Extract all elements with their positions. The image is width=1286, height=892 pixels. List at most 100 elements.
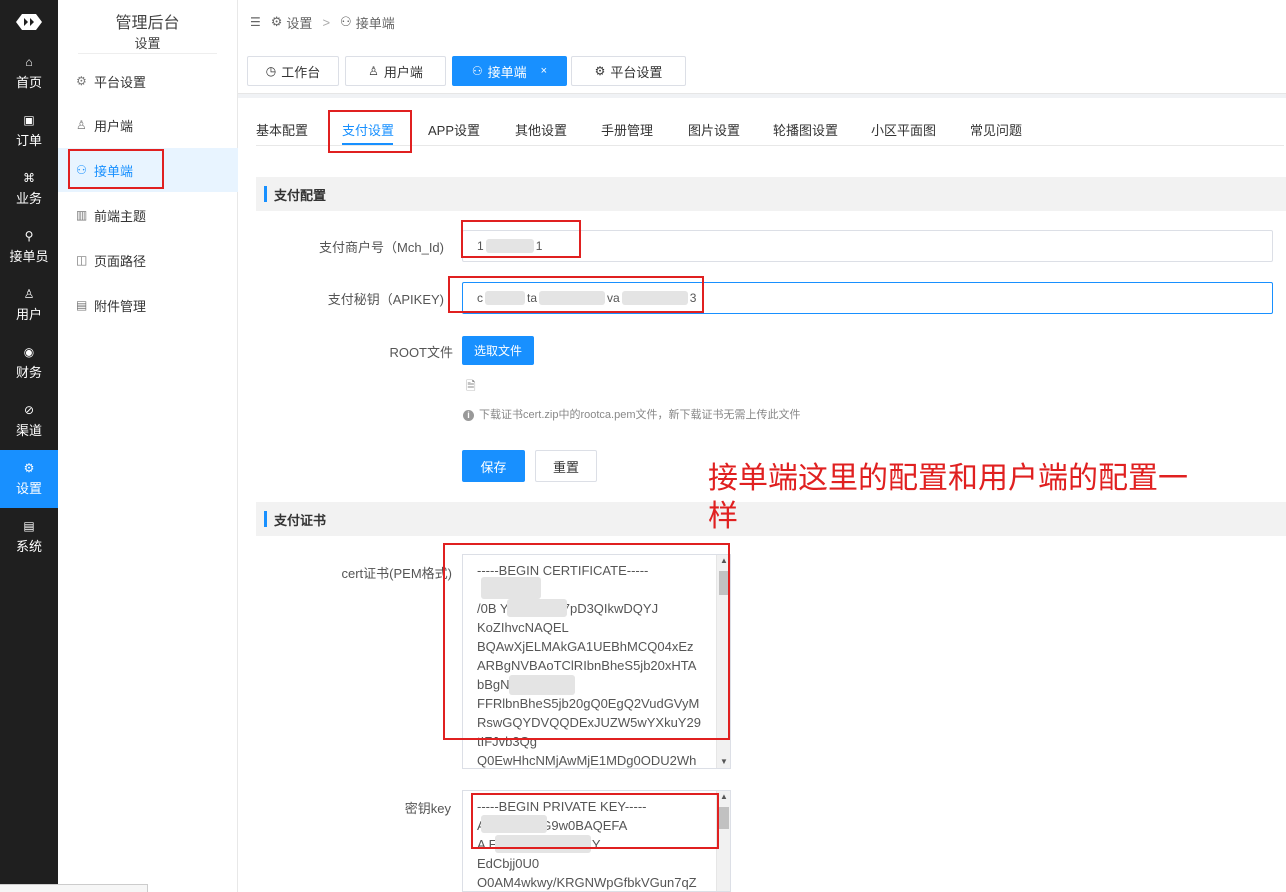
info-icon: i <box>463 410 474 421</box>
system-icon: ▤ <box>23 519 35 533</box>
scroll-thumb[interactable] <box>719 571 729 595</box>
rail-item-label: 财务 <box>15 365 42 380</box>
gear-icon: ⚙ <box>76 74 87 88</box>
tab-platform-settings[interactable]: ⚙ 平台设置 <box>571 56 686 86</box>
finance-icon: ◉ <box>23 345 35 359</box>
business-icon: ⌘ <box>23 171 35 185</box>
rail-item-settings[interactable]: ⚙ 设置 <box>0 450 58 508</box>
scroll-thumb[interactable] <box>719 807 729 829</box>
close-icon[interactable]: × <box>541 65 547 77</box>
rail-item-home[interactable]: ⌂ 首页 <box>0 44 58 102</box>
menu-item-page-paths[interactable]: ◫ 页面路径 <box>58 238 238 282</box>
annotation-text: 接单端这里的配置和用户端的配置一 样 <box>708 460 1188 536</box>
menu-item-label: 前端主题 <box>94 208 147 224</box>
path-icon: ◫ <box>76 253 88 267</box>
subtab-other[interactable]: 其他设置 <box>515 120 567 139</box>
apikey-value-part: ta <box>527 291 538 305</box>
attachment-icon: ▤ <box>76 298 88 312</box>
save-button[interactable]: 保存 <box>462 450 525 482</box>
text-line: Q0EwHhcNMjAwMjE1MDg0ODU2Wh <box>477 753 697 768</box>
rail-item-business[interactable]: ⌘ 业务 <box>0 160 58 218</box>
subtab-basic[interactable]: 基本配置 <box>256 120 308 139</box>
text-line: O0AM4wkwy/KRGNWpGfbkVGun7qZ <box>477 875 697 890</box>
tab-user-end[interactable]: ♙ 用户端 <box>345 56 446 86</box>
redacted-blur <box>481 577 541 599</box>
text-line: -----BEGIN PRIVATE KEY----- <box>477 799 647 814</box>
file-icon: 🗎 <box>466 379 476 393</box>
menu-item-label: 页面路径 <box>94 253 147 269</box>
root-file-label: ROOT文件 <box>389 345 453 360</box>
menu-item-user-end[interactable]: ♙ 用户端 <box>58 103 238 147</box>
redacted-blur <box>485 291 525 305</box>
mch-id-input[interactable]: 11 <box>462 230 1273 262</box>
rail-item-orders[interactable]: ▣ 订单 <box>0 102 58 160</box>
user-icon: ♙ <box>76 118 87 132</box>
breadcrumb: ☰ ⚙ 设置 > ⚇ 接单端 <box>238 0 1286 44</box>
text-line: EdCbjj0U0 <box>477 856 540 871</box>
page-tabs-bar: ◷ 工作台 ♙ 用户端 ⚇ 接单端 × ⚙ 平台设置 <box>238 44 1286 94</box>
apikey-label: 支付秘钥（APIKEY) <box>327 292 444 307</box>
key-label: 密钥key <box>404 801 451 816</box>
subtab-faq[interactable]: 常见问题 <box>970 120 1022 139</box>
logo[interactable] <box>0 0 58 44</box>
menu-item-platform-settings[interactable]: ⚙ 平台设置 <box>58 59 238 103</box>
menu-item-frontend-theme[interactable]: ▥ 前端主题 <box>58 193 238 237</box>
menu-item-attachments[interactable]: ▤ 附件管理 <box>58 283 238 327</box>
annotation-line: 接单端这里的配置和用户端的配置一 <box>708 462 1188 495</box>
rail-item-receiver[interactable]: ⚲ 接单员 <box>0 218 58 276</box>
breadcrumb-item-settings[interactable]: 设置 <box>286 13 312 32</box>
channel-icon: ⊘ <box>23 403 35 417</box>
key-textarea[interactable]: -----BEGIN PRIVATE KEY----- ANBgkqhkiG9w… <box>462 790 731 892</box>
subtab-app[interactable]: APP设置 <box>428 120 480 139</box>
scrollbar[interactable]: ▲ <box>716 791 730 891</box>
tip-text: 下载证书cert.zip中的rootca.pem文件，新下载证书无需上传此文件 <box>479 409 801 421</box>
rail-item-finance[interactable]: ◉ 财务 <box>0 334 58 392</box>
menu-item-label: 接单端 <box>94 163 134 179</box>
text-line: ARBgNVBAoTClRIbnBheS5jb20xHTA <box>477 658 697 673</box>
tab-receiver-end[interactable]: ⚇ 接单端 × <box>452 56 567 86</box>
subtab-manual[interactable]: 手册管理 <box>601 120 653 139</box>
gear-icon: ⚙ <box>594 64 606 78</box>
subtab-images[interactable]: 图片设置 <box>688 120 740 139</box>
scroll-up-icon[interactable]: ▲ <box>717 555 730 567</box>
reset-button[interactable]: 重置 <box>535 450 597 482</box>
redacted-blur <box>495 835 591 853</box>
rail-item-label: 设置 <box>15 481 42 496</box>
select-file-button[interactable]: 选取文件 <box>462 336 534 365</box>
menu-item-receiver-end[interactable]: ⚇ 接单端 <box>58 148 238 192</box>
subtab-floor-plan[interactable]: 小区平面图 <box>871 120 936 139</box>
rail-item-label: 业务 <box>15 191 42 206</box>
apikey-value-part: 3 <box>689 291 697 305</box>
mch-id-label: 支付商户号（Mch_Id) <box>319 240 444 255</box>
scroll-up-icon[interactable]: ▲ <box>717 791 730 803</box>
theme-icon: ▥ <box>76 208 88 222</box>
redacted-blur <box>621 291 688 305</box>
primary-rail: ⌂ 首页 ▣ 订单 ⌘ 业务 ⚲ 接单员 ♙ 用户 ◉ 财务 ⊘ 渠道 ⚙ 设置 ▤ 系统 <box>0 0 58 892</box>
subtab-payment[interactable]: 支付设置 <box>342 120 394 139</box>
text-line: KoZIhvcNAQEL <box>477 620 569 635</box>
rail-item-system[interactable]: ▤ 系统 <box>0 508 58 566</box>
scrollbar[interactable]: ▲ ▼ <box>716 555 730 768</box>
rail-item-channels[interactable]: ⊘ 渠道 <box>0 392 58 450</box>
section-pay-config: 支付配置 <box>256 177 1286 211</box>
bike-icon: ⚲ <box>24 229 34 243</box>
menu-item-label: 附件管理 <box>94 298 147 314</box>
tab-label: 工作台 <box>281 64 321 80</box>
logo-icon <box>16 14 42 30</box>
apikey-input[interactable]: c ta va 3 <box>462 282 1273 314</box>
redacted-blur <box>485 239 534 253</box>
gear-icon: ⚙ <box>270 14 283 29</box>
tab-workbench[interactable]: ◷ 工作台 <box>247 56 339 86</box>
tab-label: 平台设置 <box>610 64 663 80</box>
collapse-menu-icon[interactable]: ☰ <box>250 15 261 29</box>
cert-textarea[interactable]: -----BEGIN CERTIFICATE-----/0B YXnWxHQ7p… <box>462 554 731 769</box>
settings-subtabs: 基本配置 支付设置 APP设置 其他设置 手册管理 图片设置 轮播图设置 小区平… <box>256 98 1284 146</box>
rail-item-users[interactable]: ♙ 用户 <box>0 276 58 334</box>
menu-subtitle: 设置 <box>78 33 217 54</box>
menu-item-label: 平台设置 <box>94 74 147 90</box>
subtab-carousel[interactable]: 轮播图设置 <box>773 120 838 139</box>
tab-label: 接单端 <box>487 64 527 80</box>
scroll-down-icon[interactable]: ▼ <box>717 756 730 768</box>
mch-id-value-start: 1 <box>477 239 484 253</box>
redacted-blur <box>539 291 606 305</box>
